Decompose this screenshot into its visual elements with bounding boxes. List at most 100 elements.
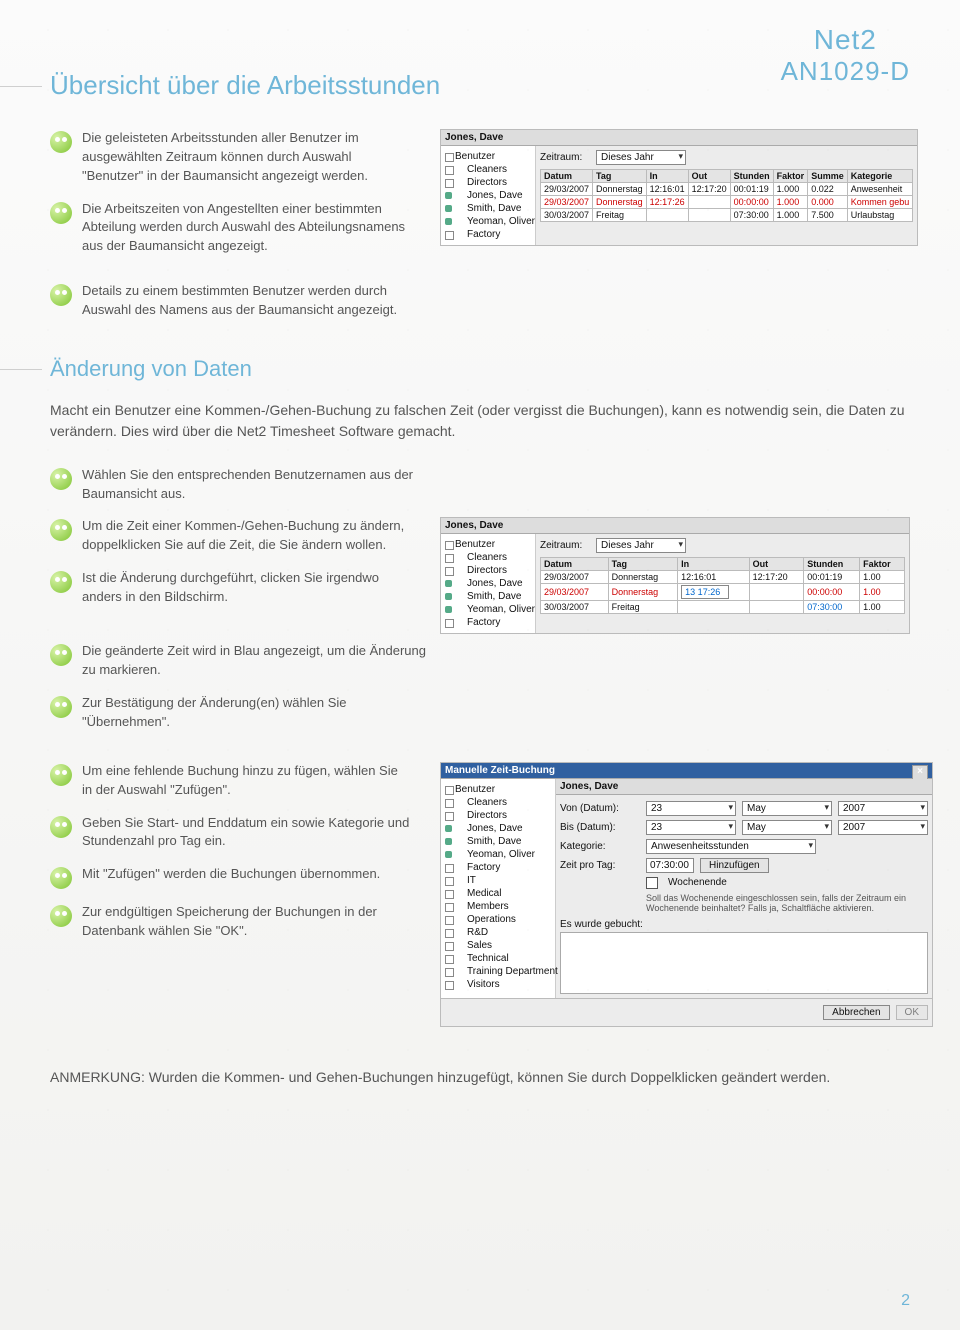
- bullet-text: Um die Zeit einer Kommen-/Gehen-Buchung …: [82, 517, 410, 555]
- from-day-select[interactable]: 23: [646, 801, 736, 816]
- period-label: Zeitraum:: [540, 152, 590, 163]
- col-header[interactable]: Stunden: [730, 170, 773, 183]
- tree-root[interactable]: Benutzer: [443, 150, 533, 163]
- tree-group[interactable]: Training Department: [443, 965, 553, 978]
- final-note: ANMERKUNG: Wurden die Kommen- und Gehen-…: [50, 1067, 910, 1088]
- window-title: Jones, Dave: [441, 130, 917, 146]
- user-title: Jones, Dave: [556, 779, 932, 795]
- add-button[interactable]: Hinzufügen: [700, 858, 769, 873]
- editing-cell[interactable]: 13 17:26: [678, 584, 749, 601]
- col-header[interactable]: Out: [688, 170, 730, 183]
- page-number: 2: [901, 1292, 910, 1310]
- period-select[interactable]: Dieses Jahr: [596, 538, 686, 553]
- tree-group[interactable]: Operations: [443, 913, 553, 926]
- from-month-select[interactable]: May: [742, 801, 832, 816]
- bullet-text: Die Arbeitszeiten von Angestellten einer…: [82, 200, 410, 257]
- cancel-button[interactable]: Abbrechen: [823, 1005, 889, 1020]
- tree-group[interactable]: Cleaners: [443, 163, 533, 176]
- tree-group[interactable]: IT: [443, 874, 553, 887]
- col-header[interactable]: In: [646, 170, 688, 183]
- period-select[interactable]: Dieses Jahr: [596, 150, 686, 165]
- bullet-text: Ist die Änderung durchgeführt, clicken S…: [82, 569, 410, 607]
- dialog-titlebar: Manuelle Zeit-Buchung ×: [441, 763, 932, 779]
- tree-leaf[interactable]: Jones, Dave: [443, 577, 533, 590]
- col-header[interactable]: Datum: [541, 558, 609, 571]
- tree-group[interactable]: Cleaners: [443, 796, 553, 809]
- tree-group[interactable]: Technical: [443, 952, 553, 965]
- to-day-select[interactable]: 23: [646, 820, 736, 835]
- tree-group[interactable]: Factory: [443, 228, 533, 241]
- to-label: Bis (Datum):: [560, 822, 640, 833]
- col-header[interactable]: Faktor: [773, 170, 808, 183]
- col-header[interactable]: Out: [749, 558, 804, 571]
- section1-list: Die geleisteten Arbeitsstunden aller Ben…: [50, 129, 410, 256]
- col-header[interactable]: Tag: [593, 170, 647, 183]
- col-header[interactable]: Datum: [541, 170, 593, 183]
- tree-group[interactable]: Cleaners: [443, 551, 533, 564]
- col-header[interactable]: Tag: [608, 558, 678, 571]
- tree-root[interactable]: Benutzer: [443, 538, 533, 551]
- bullet-text: Zur endgültigen Speicherung der Buchunge…: [82, 903, 410, 941]
- booked-listbox[interactable]: [560, 932, 928, 994]
- tree-group[interactable]: R&D: [443, 926, 553, 939]
- booked-label: Es wurde gebucht:: [560, 919, 928, 930]
- tree-group[interactable]: Visitors: [443, 978, 553, 991]
- to-month-select[interactable]: May: [742, 820, 832, 835]
- tree-view[interactable]: Benutzer Cleaners Directors Jones, Dave …: [441, 146, 536, 245]
- tree-leaf[interactable]: Yeoman, Oliver: [443, 603, 533, 616]
- tree-group[interactable]: Members: [443, 900, 553, 913]
- from-year-select[interactable]: 2007: [838, 801, 928, 816]
- weekend-checkbox[interactable]: [646, 877, 658, 889]
- col-header[interactable]: Summe: [808, 170, 848, 183]
- col-header[interactable]: In: [678, 558, 749, 571]
- bullet-text: Die geänderte Zeit wird in Blau angezeig…: [82, 642, 430, 680]
- col-header[interactable]: Kategorie: [847, 170, 913, 183]
- tree-group[interactable]: Directors: [443, 809, 553, 822]
- tree-group[interactable]: Directors: [443, 176, 533, 189]
- bullet-icon: [50, 905, 72, 927]
- tree-root[interactable]: Benutzer: [443, 783, 553, 796]
- tree-leaf[interactable]: Smith, Dave: [443, 202, 533, 215]
- table-row: 29/03/2007Donnerstag13 17:2600:00:001.00: [541, 584, 905, 601]
- tree-leaf[interactable]: Yeoman, Oliver: [443, 215, 533, 228]
- weekend-label: Wochenende: [668, 877, 727, 888]
- tree-group[interactable]: Sales: [443, 939, 553, 952]
- to-year-select[interactable]: 2007: [838, 820, 928, 835]
- figure-manual-booking-dialog: Manuelle Zeit-Buchung × Benutzer Cleaner…: [440, 762, 933, 1027]
- table-row: 29/03/2007Donnerstag12:17:2600:00:001.00…: [541, 196, 913, 209]
- table-row: 30/03/2007Freitag07:30:001.00: [541, 601, 905, 614]
- col-header[interactable]: Faktor: [860, 558, 905, 571]
- tree-leaf[interactable]: Jones, Dave: [443, 189, 533, 202]
- bullet-icon: [50, 571, 72, 593]
- dialog-title-text: Manuelle Zeit-Buchung: [445, 765, 555, 776]
- ok-button[interactable]: OK: [896, 1005, 928, 1020]
- tree-group[interactable]: Medical: [443, 887, 553, 900]
- tree-view[interactable]: Benutzer Cleaners Directors Jones, Dave …: [441, 534, 536, 633]
- time-input[interactable]: 07:30:00: [646, 858, 694, 873]
- hours-table: Datum Tag In Out Stunden Faktor Summe Ka…: [540, 169, 913, 222]
- tree-group[interactable]: Directors: [443, 564, 533, 577]
- tree-view[interactable]: Benutzer Cleaners Directors Jones, Dave …: [441, 779, 556, 998]
- category-select[interactable]: Anwesenheitsstunden: [646, 839, 816, 854]
- bullet-icon: [50, 202, 72, 224]
- bullet-icon: [50, 867, 72, 889]
- from-label: Von (Datum):: [560, 803, 640, 814]
- bullet-icon: [50, 816, 72, 838]
- bullet-icon: [50, 696, 72, 718]
- col-header[interactable]: Stunden: [804, 558, 860, 571]
- tree-leaf[interactable]: Yeoman, Oliver: [443, 848, 553, 861]
- figure-edit-time: Jones, Dave Benutzer Cleaners Directors …: [440, 517, 910, 634]
- tree-group[interactable]: Factory: [443, 861, 553, 874]
- bullet-icon: [50, 131, 72, 153]
- tree-leaf[interactable]: Smith, Dave: [443, 835, 553, 848]
- table-row: 30/03/2007Freitag07:30:001.0007.500Urlau…: [541, 209, 913, 222]
- tree-leaf[interactable]: Smith, Dave: [443, 590, 533, 603]
- table-row: 29/03/2007Donnerstag12:16:0112:17:2000:0…: [541, 183, 913, 196]
- figure-timesheet-overview: Jones, Dave Benutzer Cleaners Directors …: [440, 129, 918, 246]
- brand-line1: Net2: [781, 24, 910, 56]
- tree-leaf[interactable]: Jones, Dave: [443, 822, 553, 835]
- bullet-text: Zur Bestätigung der Änderung(en) wählen …: [82, 694, 430, 732]
- tree-group[interactable]: Factory: [443, 616, 533, 629]
- section-title-changes: Änderung von Daten: [50, 356, 910, 382]
- bullet-icon: [50, 644, 72, 666]
